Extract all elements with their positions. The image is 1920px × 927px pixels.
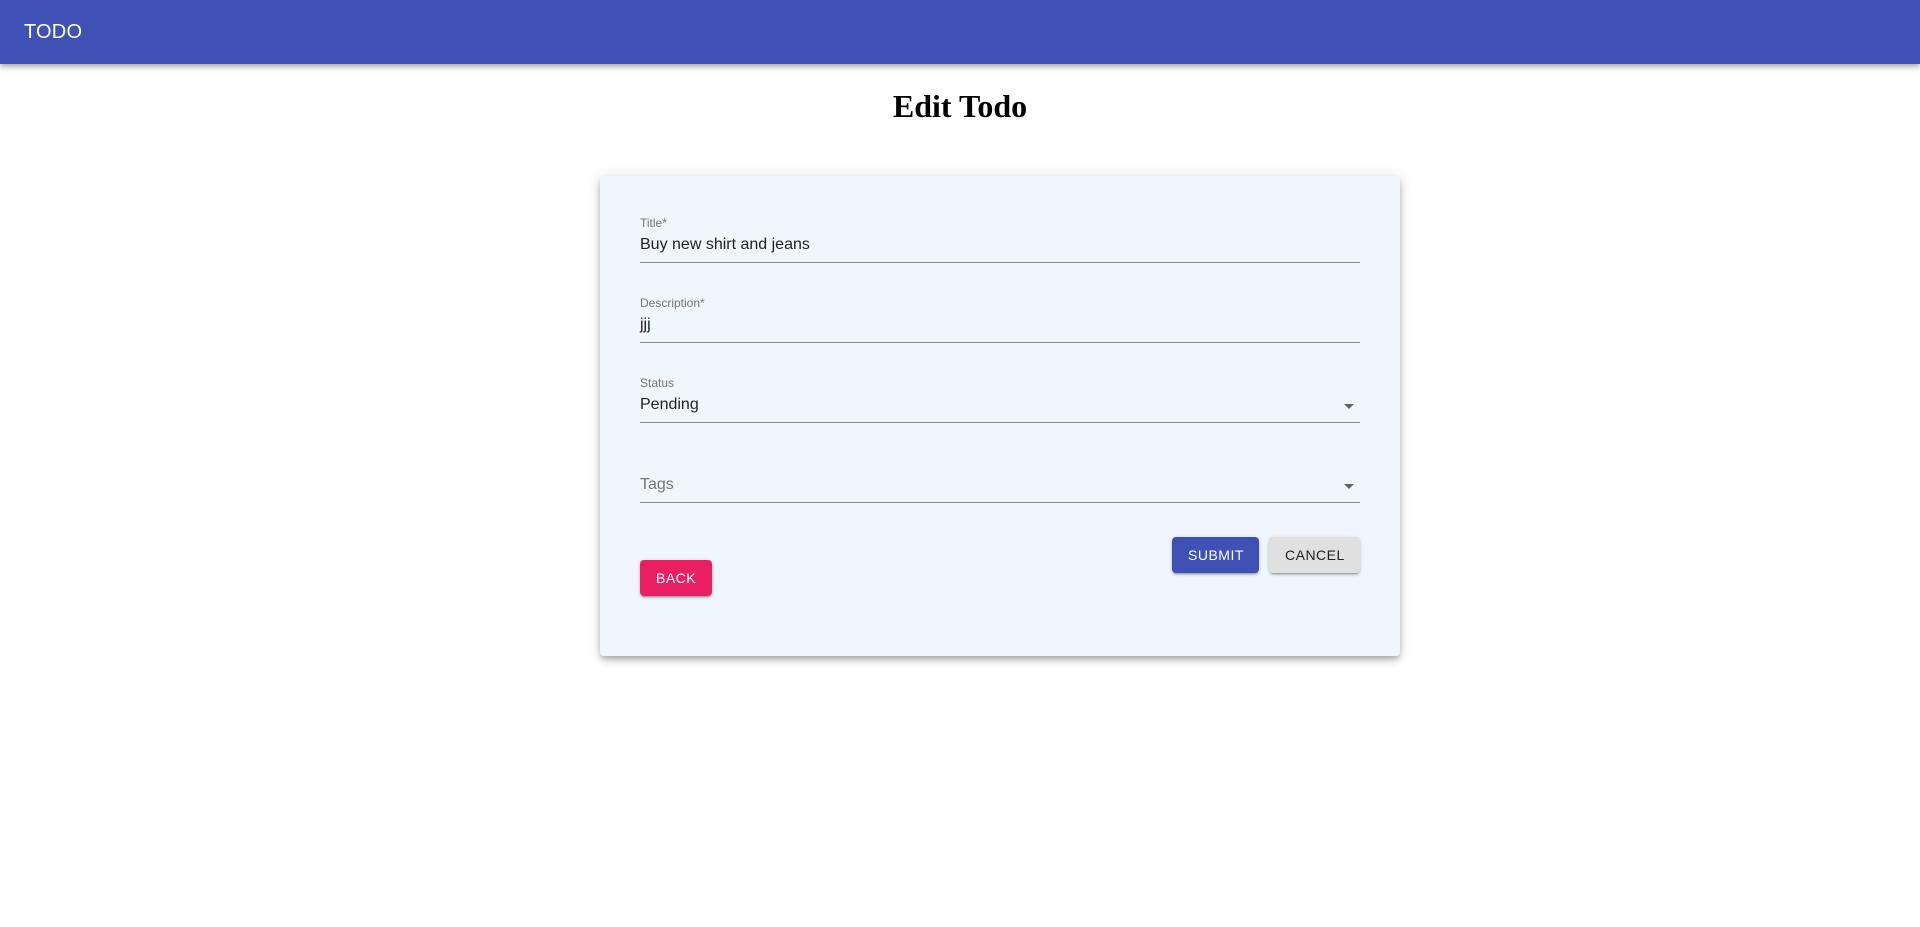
app-title[interactable]: TODO <box>24 0 82 64</box>
description-label: Description* <box>640 296 705 310</box>
description-field[interactable]: Description* jjj <box>640 296 1360 346</box>
app-bar: TODO <box>0 0 1920 64</box>
edit-todo-form: Title* Buy new shirt and jeans Descripti… <box>600 176 1400 656</box>
description-input[interactable]: jjj <box>640 316 651 334</box>
back-button[interactable]: BACK <box>640 560 712 596</box>
page-title: Edit Todo <box>892 88 1028 124</box>
tags-placeholder[interactable]: Tags <box>640 476 674 494</box>
chevron-down-icon[interactable] <box>1344 404 1354 409</box>
title-input[interactable]: Buy new shirt and jeans <box>640 236 810 254</box>
description-underline <box>640 342 1360 343</box>
status-underline <box>640 422 1360 423</box>
status-value[interactable]: Pending <box>640 396 699 414</box>
title-field[interactable]: Title* Buy new shirt and jeans <box>640 216 1360 266</box>
title-underline <box>640 262 1360 263</box>
submit-button[interactable]: SUBMIT <box>1172 537 1259 573</box>
tags-select[interactable]: Tags <box>640 456 1360 506</box>
status-label: Status <box>640 376 675 390</box>
chevron-down-icon[interactable] <box>1344 484 1354 489</box>
tags-underline <box>640 502 1360 503</box>
cancel-button[interactable]: CANCEL <box>1269 537 1360 573</box>
title-label: Title* <box>640 216 667 230</box>
status-select[interactable]: Status Pending <box>640 376 1360 426</box>
